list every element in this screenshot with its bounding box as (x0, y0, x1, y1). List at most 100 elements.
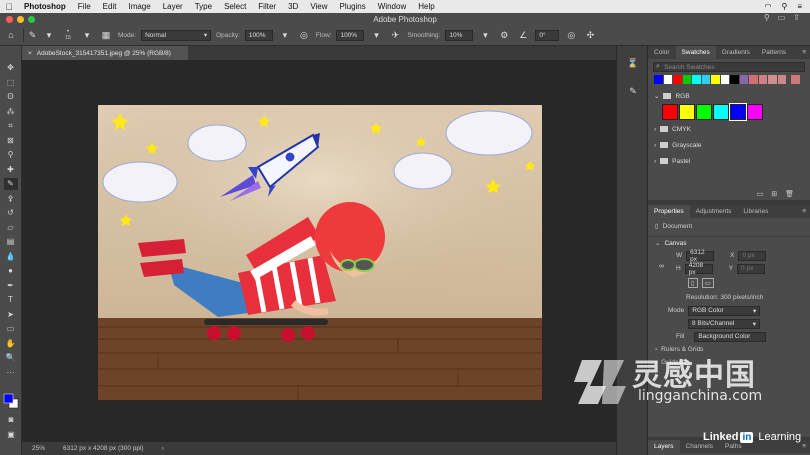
recent-color-swatch[interactable] (791, 75, 800, 84)
recent-color-swatch[interactable] (758, 75, 767, 84)
recent-color-swatch[interactable] (739, 75, 748, 84)
recent-color-swatch[interactable] (701, 75, 710, 84)
swatch-green[interactable] (696, 104, 712, 120)
menu-file[interactable]: File (72, 2, 97, 11)
clone-stamp-tool-icon[interactable]: ⚴ (4, 193, 18, 205)
panel-menu-icon[interactable]: ≡ (802, 208, 810, 215)
close-icon[interactable]: × (28, 50, 32, 57)
smoothing-field[interactable]: 10% (445, 29, 474, 41)
rulers-section-header[interactable]: › Rulers & Grids (648, 343, 810, 356)
history-icon[interactable]: ⌛ (626, 58, 640, 70)
marquee-tool-icon[interactable]: ⬚ (4, 77, 18, 89)
swatch-group-cmyk[interactable]: › CMYK (648, 121, 810, 137)
chevron-down-icon[interactable]: ▾ (478, 28, 492, 42)
new-swatch-icon[interactable]: ⊞ (771, 190, 777, 198)
menu-edit[interactable]: Edit (97, 2, 123, 11)
recent-color-swatch[interactable] (711, 75, 720, 84)
close-window-button[interactable] (6, 16, 13, 23)
recent-color-swatch[interactable] (682, 75, 691, 84)
tab-layers[interactable]: Layers (648, 440, 680, 453)
chevron-down-icon[interactable]: ▾ (369, 28, 383, 42)
brush-tool-icon[interactable]: ✎ (3, 178, 18, 190)
menu-view[interactable]: View (304, 2, 333, 11)
apple-icon[interactable]:  (0, 2, 18, 12)
zoom-level[interactable]: 25% (32, 445, 45, 452)
recent-color-swatch[interactable] (768, 75, 777, 84)
crop-tool-icon[interactable]: ⌗ (4, 120, 18, 132)
swatch-cyan[interactable] (713, 104, 729, 120)
bit-depth-select[interactable]: 8 Bits/Channel ▾ (688, 318, 760, 329)
control-center-icon[interactable]: ≡ (797, 2, 802, 11)
document-info[interactable]: 6312 px x 4208 px (300 ppi) (63, 445, 144, 452)
x-field[interactable]: 0 px (738, 250, 767, 261)
canvas-section-header[interactable]: ⌄ Canvas (648, 236, 810, 249)
brush-settings-icon[interactable]: ▦ (99, 28, 113, 42)
menu-layer[interactable]: Layer (157, 2, 189, 11)
recent-color-swatch[interactable] (777, 75, 786, 84)
portrait-icon[interactable]: ▯ (688, 278, 698, 288)
height-field[interactable]: 4208 px (684, 262, 713, 276)
chevron-down-icon[interactable]: ▾ (80, 28, 94, 42)
opacity-field[interactable]: 100% (244, 29, 273, 41)
brushes-panel-icon[interactable]: ✎ (626, 86, 640, 98)
menu-app-photoshop[interactable]: Photoshop (18, 2, 72, 11)
rectangle-tool-icon[interactable]: ▭ (4, 323, 18, 335)
eraser-tool-icon[interactable]: ▱ (4, 222, 18, 234)
tab-patterns[interactable]: Patterns (756, 46, 792, 59)
home-icon[interactable]: ⌂ (4, 28, 18, 42)
brush-preset-picker[interactable]: • 15 (61, 29, 75, 41)
tab-gradients[interactable]: Gradients (716, 46, 756, 59)
trash-icon[interactable]: 🗑 (785, 190, 794, 198)
angle-field[interactable]: 0° (535, 29, 560, 41)
width-field[interactable]: 6312 px (686, 249, 715, 263)
airbrush-icon[interactable]: ✈ (388, 28, 402, 42)
swatches-search-input[interactable]: ⌕ Search Swatches (653, 62, 805, 72)
swatch-magenta[interactable] (747, 104, 763, 120)
hand-tool-icon[interactable]: ✋ (4, 338, 18, 350)
gear-icon[interactable]: ⚙ (497, 28, 511, 42)
quick-mask-icon[interactable]: ◙ (4, 414, 18, 426)
search-icon[interactable]: ⚲ (764, 13, 770, 22)
dodge-tool-icon[interactable]: ● (4, 265, 18, 277)
zoom-window-button[interactable] (28, 16, 35, 23)
chevron-right-icon[interactable]: › (162, 445, 164, 452)
type-tool-icon[interactable]: T (4, 294, 18, 306)
blur-tool-icon[interactable]: 💧 (4, 251, 18, 263)
healing-brush-tool-icon[interactable]: ✚ (4, 164, 18, 176)
swatch-yellow[interactable] (679, 104, 695, 120)
document-tab[interactable]: × AdobeStock_315417351.jpeg @ 25% (RGB/8… (22, 46, 188, 60)
gradient-tool-icon[interactable]: ▤ (4, 236, 18, 248)
pressure-size-icon[interactable]: ◎ (564, 28, 578, 42)
swatch-blue[interactable] (729, 103, 747, 121)
frame-tool-icon[interactable]: ⊠ (4, 135, 18, 147)
symmetry-icon[interactable]: ✣ (583, 28, 597, 42)
document-canvas[interactable] (98, 105, 542, 400)
brush-tool-icon[interactable]: ✎ (23, 28, 37, 42)
link-icon[interactable]: ∞ (659, 263, 664, 270)
quick-select-tool-icon[interactable]: ⁂ (4, 106, 18, 118)
tab-swatches[interactable]: Swatches (675, 46, 716, 59)
flow-field[interactable]: 100% (336, 29, 365, 41)
menu-window[interactable]: Window (372, 2, 412, 11)
history-brush-tool-icon[interactable]: ↺ (4, 207, 18, 219)
workspace-icon[interactable]: ▭ (778, 13, 786, 22)
menu-3d[interactable]: 3D (282, 2, 304, 11)
path-select-tool-icon[interactable]: ➤ (4, 309, 18, 321)
panel-menu-icon[interactable]: ≡ (802, 443, 810, 450)
guides-section-header[interactable]: › Guides (648, 356, 810, 369)
chevron-down-icon[interactable]: ▾ (42, 28, 56, 42)
tab-color[interactable]: Color (648, 46, 676, 59)
move-tool-icon[interactable]: ✥ (4, 62, 18, 74)
eyedropper-tool-icon[interactable]: ⚲ (4, 149, 18, 161)
chevron-down-icon[interactable]: ▾ (278, 28, 292, 42)
pen-tool-icon[interactable]: ✒ (4, 280, 18, 292)
more-tools-icon[interactable]: ··· (4, 367, 18, 379)
swatch-red[interactable] (662, 104, 678, 120)
foreground-background-colors[interactable] (3, 393, 19, 409)
color-mode-select[interactable]: RGB Color ▾ (688, 305, 761, 316)
menu-select[interactable]: Select (218, 2, 252, 11)
recent-color-swatch[interactable] (720, 75, 729, 84)
recent-color-swatch[interactable] (663, 75, 672, 84)
menu-filter[interactable]: Filter (252, 2, 282, 11)
recent-color-swatch[interactable] (654, 75, 663, 84)
